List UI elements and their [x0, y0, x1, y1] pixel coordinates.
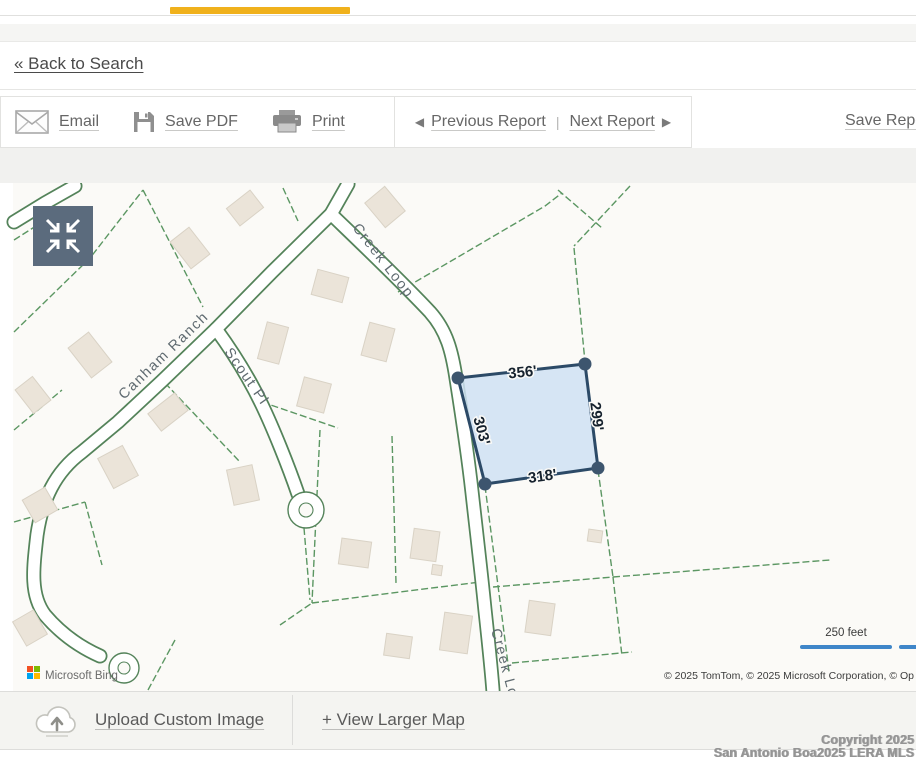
print-button[interactable]: Print [272, 110, 345, 134]
tab-bar [0, 0, 916, 16]
dimension-top: 356' [507, 363, 537, 383]
logo-square-green [34, 666, 40, 672]
previous-report-link[interactable]: Previous Report [431, 113, 546, 131]
parcel-map[interactable]: Creek Loop Canham Ranch Scout Pl Creek L… [0, 183, 916, 691]
view-larger-map-link[interactable]: + View Larger Map [322, 710, 465, 729]
email-label: Email [59, 113, 99, 131]
print-label: Print [312, 113, 345, 131]
report-toolbar: Email Save PDF Print ◀ Previous Report | [0, 96, 692, 148]
scale-bar-label: 250 feet [825, 627, 867, 639]
dimension-right: 299' [586, 401, 606, 431]
header-band [0, 24, 916, 42]
next-arrow-icon: ▶ [662, 115, 671, 129]
copyright-line-2: San Antonio Boa2025 LERA MLS [713, 747, 914, 760]
save-report-link[interactable]: Save Report [845, 112, 916, 129]
logo-square-red [27, 666, 33, 672]
back-to-search-link[interactable]: « Back to Search [14, 54, 143, 73]
footer-divider [292, 695, 293, 745]
active-tab-indicator[interactable] [170, 7, 350, 14]
next-report-link[interactable]: Next Report [569, 113, 654, 131]
envelope-icon [15, 110, 49, 134]
upload-custom-image-link[interactable]: Upload Custom Image [95, 710, 264, 729]
logo-square-blue [27, 673, 33, 679]
floppy-disk-icon [133, 111, 155, 133]
divider-line [0, 89, 916, 90]
map-attribution: © 2025 TomTom, © 2025 Microsoft Corporat… [664, 670, 914, 682]
toolbar-actions: Email Save PDF Print [1, 110, 394, 134]
email-button[interactable]: Email [15, 110, 99, 134]
upload-cloud-icon[interactable] [34, 704, 80, 743]
report-navigation: ◀ Previous Report | Next Report ▶ [394, 97, 691, 147]
previous-arrow-icon: ◀ [415, 115, 424, 129]
save-pdf-label: Save PDF [165, 113, 238, 131]
provider-name: Microsoft Bing [45, 670, 118, 682]
printer-icon [272, 110, 302, 134]
copyright-watermark: Copyright 2025 San Antonio Boa2025 LERA … [713, 734, 914, 760]
collapse-map-button[interactable] [33, 206, 93, 266]
report-nav-separator: | [556, 114, 560, 130]
toolbar-lower-band [0, 148, 916, 183]
save-pdf-button[interactable]: Save PDF [133, 111, 238, 133]
logo-square-yellow [34, 673, 40, 679]
